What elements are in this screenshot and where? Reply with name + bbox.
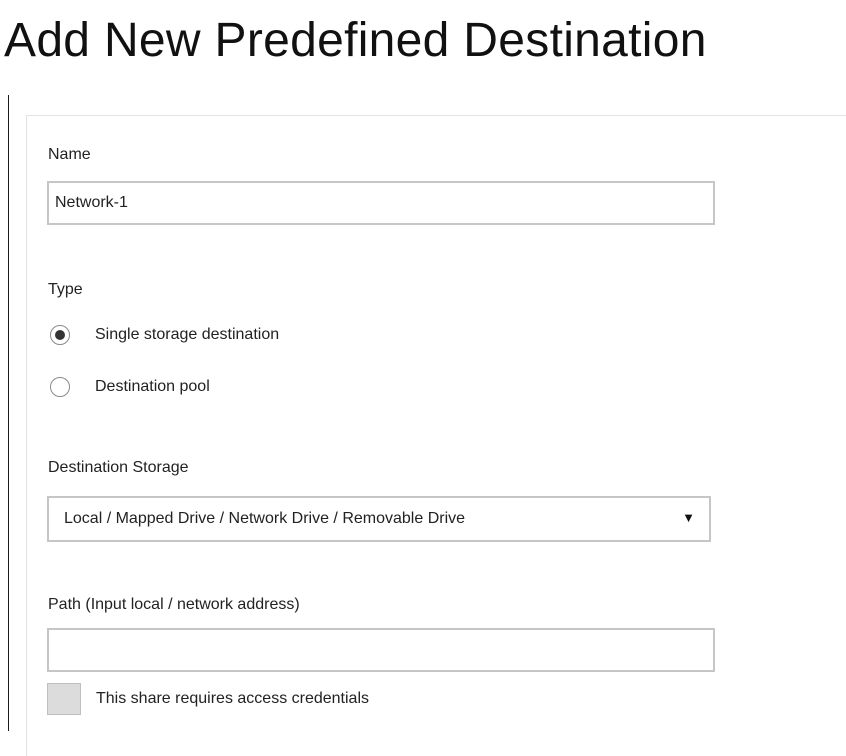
- radio-destination-pool-label: Destination pool: [95, 378, 210, 395]
- destination-storage-label: Destination Storage: [48, 459, 189, 476]
- page-left-border: [8, 95, 9, 731]
- destination-storage-select[interactable]: Local / Mapped Drive / Network Drive / R…: [47, 496, 711, 542]
- credentials-checkbox-label: This share requires access credentials: [96, 690, 370, 707]
- radio-single-storage-label: Single storage destination: [95, 326, 280, 343]
- destination-storage-value: Local / Mapped Drive / Network Drive / R…: [64, 510, 466, 527]
- path-label: Path (Input local / network address): [48, 596, 300, 613]
- credentials-checkbox-row[interactable]: This share requires access credentials: [47, 683, 369, 715]
- radio-unselected-icon[interactable]: [50, 377, 70, 397]
- page-title: Add New Predefined Destination: [4, 14, 707, 67]
- name-input[interactable]: [47, 181, 715, 225]
- radio-selected-icon[interactable]: [50, 325, 70, 345]
- type-label: Type: [48, 281, 83, 298]
- name-label: Name: [48, 146, 91, 163]
- path-input[interactable]: [47, 628, 715, 672]
- credentials-checkbox[interactable]: [47, 683, 81, 715]
- radio-destination-pool[interactable]: Destination pool: [50, 374, 210, 400]
- dropdown-arrow-icon[interactable]: ▼: [682, 510, 695, 525]
- radio-single-storage[interactable]: Single storage destination: [50, 322, 279, 348]
